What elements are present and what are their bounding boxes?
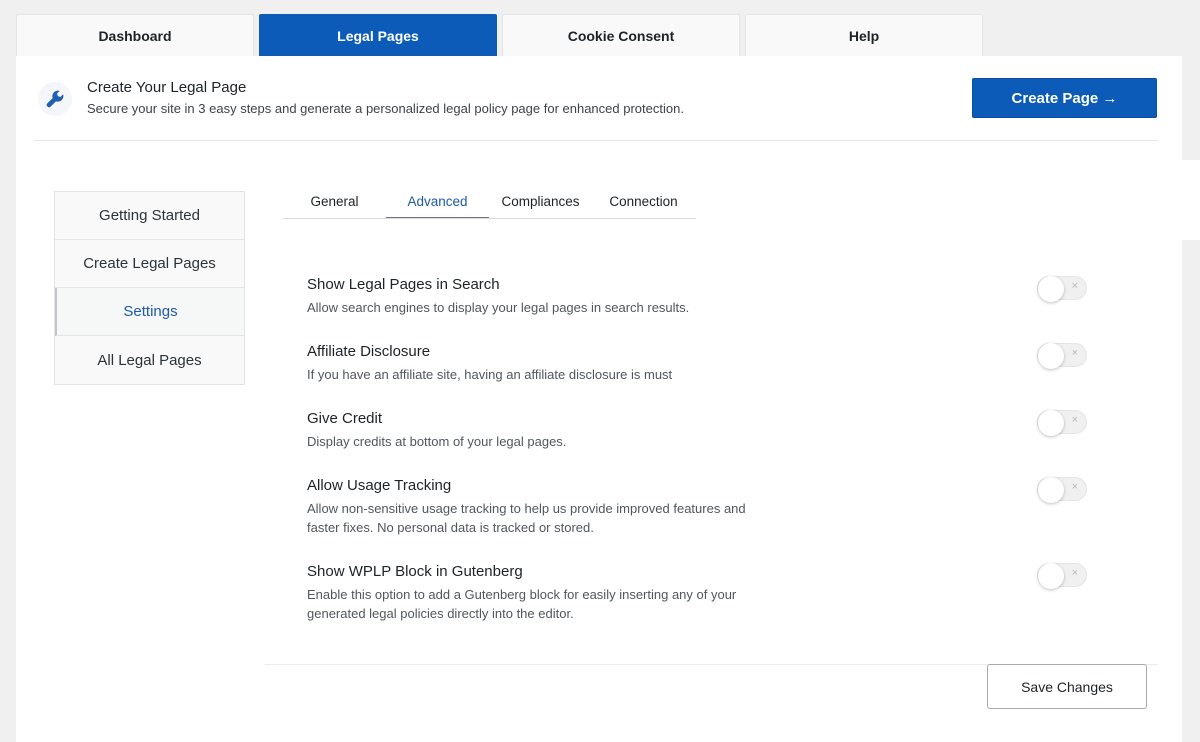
settings-sub-tabs: General Advanced Compliances Connection (283, 184, 696, 219)
save-changes-button[interactable]: Save Changes (987, 664, 1147, 709)
toggle-knob (1038, 477, 1064, 503)
toggle-gutenberg-block[interactable]: × (1037, 563, 1087, 589)
side-nav-all-legal-pages[interactable]: All Legal Pages (55, 336, 244, 384)
toggle-knob (1038, 276, 1064, 302)
wrench-icon (38, 82, 72, 116)
setting-description: Allow non-sensitive usage tracking to he… (307, 501, 746, 535)
setting-give-credit: Give Credit Display credits at bottom of… (307, 410, 1097, 451)
setting-description: Allow search engines to display your leg… (307, 300, 690, 315)
setting-description: Display credits at bottom of your legal … (307, 434, 567, 449)
side-nav-getting-started[interactable]: Getting Started (55, 192, 244, 240)
setting-show-in-search: Show Legal Pages in Search Allow search … (307, 276, 1097, 317)
banner-subtitle: Secure your site in 3 easy steps and gen… (87, 101, 684, 116)
setting-gutenberg-block: Show WPLP Block in Gutenberg Enable this… (307, 563, 1097, 623)
close-icon: × (1071, 414, 1078, 426)
create-page-button[interactable]: Create Page → (972, 78, 1157, 118)
subtab-general[interactable]: General (283, 184, 386, 218)
side-nav-create-legal-pages[interactable]: Create Legal Pages (55, 240, 244, 288)
subtab-connection[interactable]: Connection (592, 184, 695, 218)
toggle-knob (1038, 343, 1064, 369)
tab-cookie-consent[interactable]: Cookie Consent (502, 14, 740, 56)
right-edge-strip (1182, 160, 1200, 240)
close-icon: × (1071, 347, 1078, 359)
setting-title: Give Credit (307, 410, 383, 427)
side-nav-settings[interactable]: Settings (55, 288, 244, 336)
banner-title: Create Your Legal Page (87, 79, 247, 96)
setting-title: Show WPLP Block in Gutenberg (307, 563, 523, 580)
setting-usage-tracking: Allow Usage Tracking Allow non-sensitive… (307, 477, 1097, 537)
settings-side-nav: Getting Started Create Legal Pages Setti… (54, 191, 245, 385)
close-icon: × (1071, 567, 1078, 579)
setting-title: Show Legal Pages in Search (307, 276, 500, 293)
toggle-knob (1038, 563, 1064, 589)
close-icon: × (1071, 481, 1078, 493)
close-icon: × (1071, 280, 1078, 292)
setting-description: If you have an affiliate site, having an… (307, 367, 673, 382)
setting-title: Affiliate Disclosure (307, 343, 431, 360)
toggle-usage-tracking[interactable]: × (1037, 477, 1087, 503)
toggle-affiliate-disclosure[interactable]: × (1037, 343, 1087, 369)
create-legal-page-banner: Create Your Legal Page Secure your site … (34, 56, 1158, 141)
subtab-advanced[interactable]: Advanced (386, 184, 489, 218)
setting-affiliate-disclosure: Affiliate Disclosure If you have an affi… (307, 343, 1097, 384)
setting-title: Allow Usage Tracking (307, 477, 452, 494)
tab-dashboard[interactable]: Dashboard (16, 14, 254, 56)
toggle-knob (1038, 410, 1064, 436)
toggle-show-in-search[interactable]: × (1037, 276, 1087, 302)
tab-help[interactable]: Help (745, 14, 983, 56)
tab-legal-pages[interactable]: Legal Pages (259, 14, 497, 56)
toggle-give-credit[interactable]: × (1037, 410, 1087, 436)
setting-description: Enable this option to add a Gutenberg bl… (307, 587, 737, 621)
top-tab-bar: Dashboard Legal Pages Cookie Consent Hel… (16, 14, 983, 56)
subtab-compliances[interactable]: Compliances (489, 184, 592, 218)
main-panel: Create Your Legal Page Secure your site … (16, 56, 1182, 742)
